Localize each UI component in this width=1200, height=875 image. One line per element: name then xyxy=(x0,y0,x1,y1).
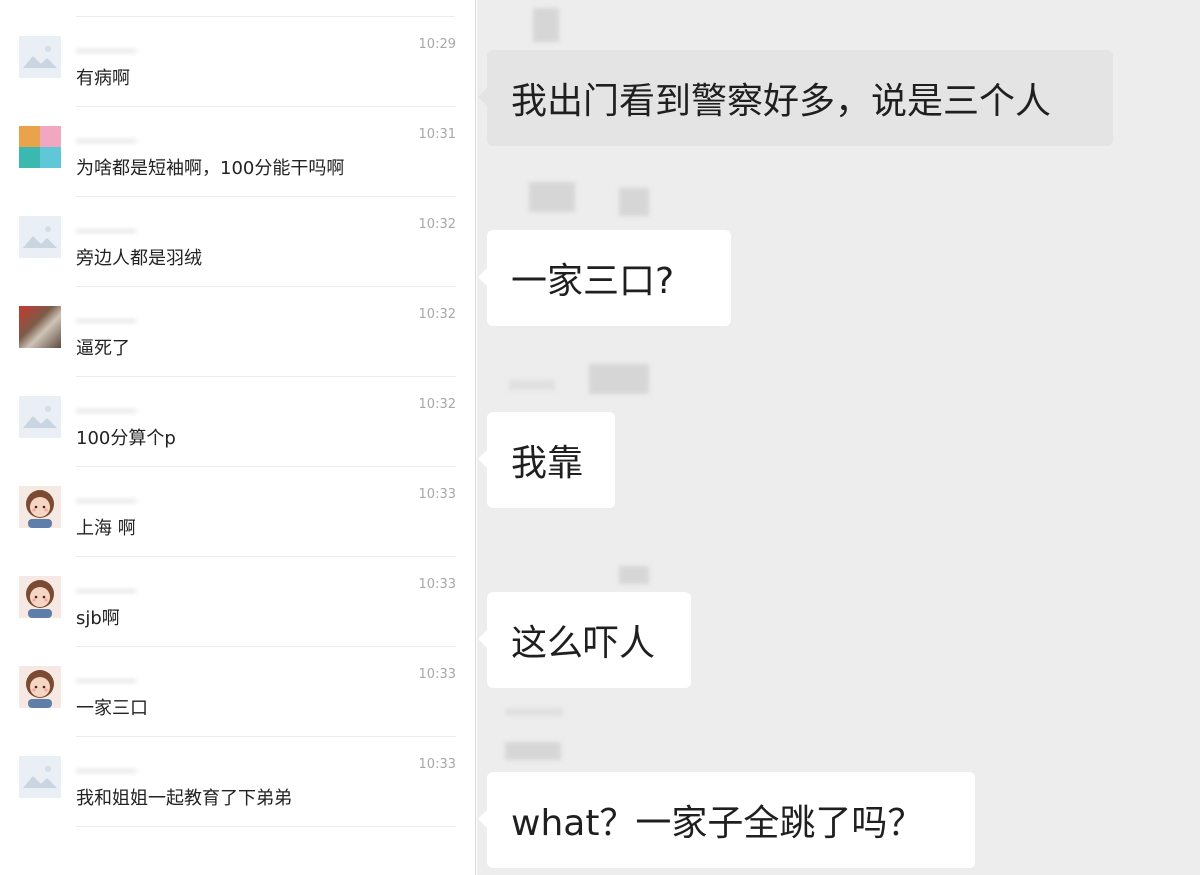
comment-item[interactable]: 10:33 sjb啊 xyxy=(0,557,475,647)
comment-text: sjb啊 xyxy=(76,608,120,629)
username-redacted xyxy=(76,409,136,413)
comment-text: 逼死了 xyxy=(76,338,130,359)
chat-message-bubble[interactable]: what？一家子全跳了吗？ xyxy=(478,772,975,868)
comment-time: 10:31 xyxy=(418,127,456,142)
comment-text: 旁边人都是羽绒 xyxy=(76,248,202,269)
comment-time: 10:29 xyxy=(418,37,456,52)
chat-message-bubble[interactable]: 这么吓人 xyxy=(478,592,691,688)
username-redacted xyxy=(76,49,136,53)
chat-message-text: what？一家子全跳了吗？ xyxy=(511,803,924,844)
chat-message-text: 一家三口? xyxy=(511,261,675,302)
comment-item[interactable]: 10:32 100分算个p xyxy=(0,377,475,467)
sender-name-redacted xyxy=(505,742,561,760)
comment-item[interactable]: 10:33 我和姐姐一起教育了下弟弟 xyxy=(0,737,475,827)
sender-name-redacted xyxy=(533,8,559,42)
chat-message-bubble[interactable]: 我靠 xyxy=(478,412,615,508)
chat-message-text: 这么吓人 xyxy=(511,623,656,664)
comment-time: 10:33 xyxy=(418,757,456,772)
chat-panel: 我出门看到警察好多，说是三个人 一家三口? 我靠 这么吓人 what？一家子全跳… xyxy=(477,0,1200,875)
comment-item[interactable]: 10:33 一家三口 xyxy=(0,647,475,737)
chat-message-text: 我靠 xyxy=(511,443,584,484)
placeholder-avatar-icon[interactable] xyxy=(19,756,61,798)
comment-item[interactable]: 10:32 逼死了 xyxy=(0,287,475,377)
sender-name-redacted xyxy=(619,566,649,584)
cartoon-girl-avatar-icon[interactable] xyxy=(19,486,61,528)
comment-item[interactable]: 10:32 旁边人都是羽绒 xyxy=(0,197,475,287)
comment-text: 上海 啊 xyxy=(76,518,136,539)
cartoon-girl-avatar-icon[interactable] xyxy=(19,666,61,708)
username-redacted xyxy=(76,139,136,143)
comment-time: 10:33 xyxy=(418,577,456,592)
placeholder-avatar-icon[interactable] xyxy=(19,216,61,258)
comment-time: 10:33 xyxy=(418,667,456,682)
placeholder-avatar-icon[interactable] xyxy=(19,396,61,438)
username-redacted xyxy=(76,769,136,773)
sender-name-redacted xyxy=(509,380,555,390)
username-redacted xyxy=(76,229,136,233)
username-redacted xyxy=(76,589,136,593)
comment-time: 10:33 xyxy=(418,487,456,502)
comment-text: 有病啊 xyxy=(76,68,130,89)
chat-message-text: 我出门看到警察好多，说是三个人 xyxy=(511,81,1052,122)
username-redacted xyxy=(76,319,136,323)
comment-text: 一家三口 xyxy=(76,698,148,719)
sender-name-redacted xyxy=(589,364,649,394)
grid-avatar-icon[interactable] xyxy=(19,126,61,168)
chat-message-bubble[interactable]: 我出门看到警察好多，说是三个人 xyxy=(478,50,1113,146)
sender-name-redacted xyxy=(529,182,575,212)
comment-list-panel: 10:29 有病啊 10:31 为啥都是短袖啊，100分能干吗啊 10:32 旁… xyxy=(0,0,476,875)
chat-message-bubble[interactable]: 一家三口? xyxy=(478,230,731,326)
comment-text: 我和姐姐一起教育了下弟弟 xyxy=(76,788,292,809)
cartoon-girl-avatar-icon[interactable] xyxy=(19,576,61,618)
comment-time: 10:32 xyxy=(418,397,456,412)
sender-name-redacted xyxy=(505,708,563,716)
comment-text: 100分算个p xyxy=(76,428,176,449)
photo-avatar-icon[interactable] xyxy=(19,306,61,348)
comment-time: 10:32 xyxy=(418,307,456,322)
username-redacted xyxy=(76,679,136,683)
placeholder-avatar-icon[interactable] xyxy=(19,36,61,78)
comment-item[interactable]: 10:29 有病啊 xyxy=(0,17,475,107)
comment-item[interactable]: 10:33 上海 啊 xyxy=(0,467,475,557)
comment-time: 10:32 xyxy=(418,217,456,232)
username-redacted xyxy=(76,499,136,503)
comment-item[interactable]: 10:31 为啥都是短袖啊，100分能干吗啊 xyxy=(0,107,475,197)
comment-text: 为啥都是短袖啊，100分能干吗啊 xyxy=(76,158,345,179)
divider xyxy=(76,826,456,827)
sender-name-redacted xyxy=(619,188,649,216)
